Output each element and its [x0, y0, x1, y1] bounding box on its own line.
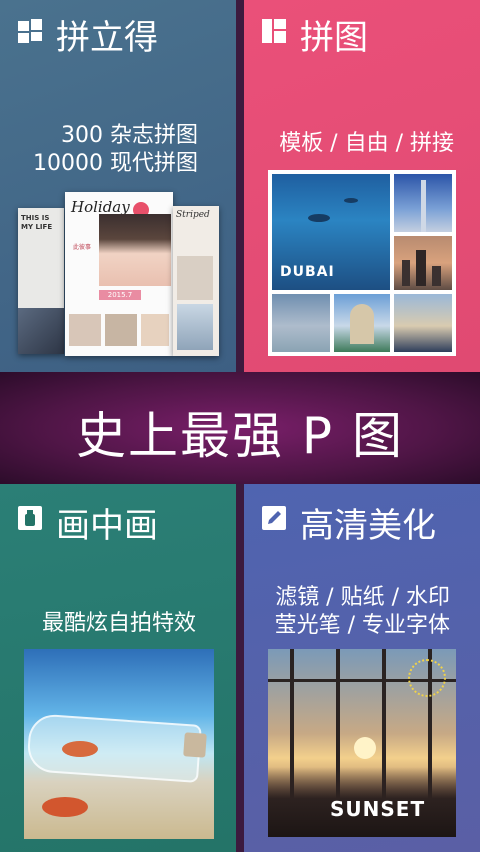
sunset-caption: SUNSET	[330, 797, 426, 821]
sea-city-photo	[272, 294, 330, 352]
enhance-subtitle-2: 莹光笔 / 专业字体	[274, 613, 450, 638]
layout-icon	[262, 19, 286, 43]
pip-title: 画中画	[56, 506, 158, 546]
magazine-page-right: Striped	[173, 206, 219, 356]
collage-title: 拼立得	[56, 18, 158, 58]
magazine-right-title: Striped	[176, 210, 210, 220]
magazine-center-small: 此彼事	[73, 244, 92, 251]
grid-icon	[18, 19, 42, 43]
sunset-photo: SUNSET	[268, 649, 456, 837]
bottle-photo	[24, 649, 214, 839]
hotel-photo	[334, 294, 390, 352]
pencil-icon	[262, 506, 286, 530]
puzzle-subtitle: 模板 / 自由 / 拼接	[279, 131, 454, 156]
magazine-page-left: THIS IS MY LIFE	[18, 208, 64, 354]
magazine-center-label: 2015.7	[99, 290, 141, 300]
pip-subtitle: 最酷炫自拍特效	[41, 611, 196, 636]
promo-banner: 史上最强 P 图	[0, 372, 480, 484]
magazine-left-text: THIS IS MY LIFE	[21, 214, 53, 231]
tower-photo	[394, 174, 452, 232]
harbor-photo	[394, 294, 452, 352]
banner-text: 史上最强 P 图	[76, 407, 404, 465]
sun-stamp-icon	[408, 659, 446, 697]
collage-subtitle-1: 300 杂志拼图	[61, 123, 198, 148]
bottle-icon	[18, 506, 42, 530]
enhance-title: 高清美化	[300, 506, 436, 546]
dubai-caption: DUBAI	[280, 264, 335, 280]
skyline-photo	[394, 236, 452, 290]
collage-tile[interactable]: 拼立得 300 杂志拼图 10000 现代拼图 THIS IS MY LIFE …	[0, 0, 236, 372]
magazine-page-center: Holiday 此彼事 2015.7	[65, 192, 173, 356]
puzzle-title: 拼图	[300, 18, 368, 58]
puzzle-collage: DUBAI	[268, 170, 456, 356]
enhance-subtitle-1: 滤镜 / 贴纸 / 水印	[275, 585, 450, 610]
collage-subtitle-2: 10000 现代拼图	[33, 151, 198, 176]
aquarium-photo: DUBAI	[272, 174, 390, 290]
